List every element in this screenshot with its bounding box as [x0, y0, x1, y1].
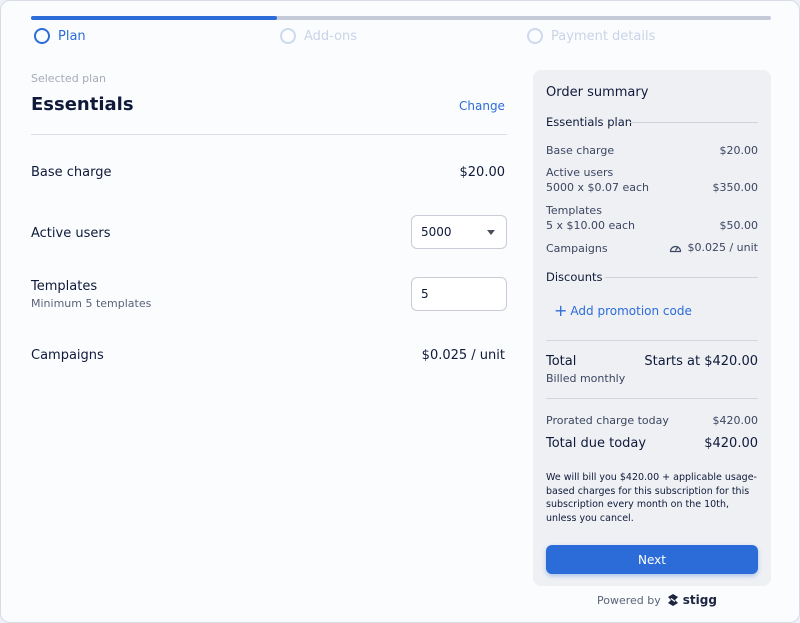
checkout-frame: Plan Add-ons Payment details Selected pl…: [0, 0, 800, 623]
total-value: Starts at $420.00: [644, 354, 758, 369]
summary-campaigns-price: $0.025 / unit: [687, 241, 758, 254]
radio-circle-icon: [527, 28, 543, 44]
prorated-charge-value: $420.00: [712, 414, 759, 427]
step-plan[interactable]: Plan: [34, 26, 86, 46]
step-label: Payment details: [551, 28, 656, 44]
summary-active-users-label: Active users: [546, 166, 614, 179]
summary-base-charge-label: Base charge: [546, 144, 615, 157]
active-users-select[interactable]: 5000: [411, 215, 507, 249]
base-charge-value: $20.00: [459, 165, 506, 180]
brand-name: stigg: [682, 593, 717, 607]
step-label: Plan: [58, 28, 86, 44]
summary-campaigns-value: $0.025 / unit: [669, 241, 758, 254]
plan-section-title: Essentials plan: [546, 115, 633, 129]
summary-divider: [546, 398, 758, 399]
summary-templates-label: Templates: [546, 204, 602, 217]
change-plan-link[interactable]: Change: [459, 99, 505, 113]
stigg-brand[interactable]: stigg: [666, 593, 717, 607]
progress-track: [31, 16, 771, 20]
add-promotion-code-label: Add promotion code: [570, 304, 692, 318]
summary-divider: [546, 340, 758, 341]
active-users-selected-value: 5000: [421, 225, 452, 239]
divider: [31, 134, 507, 135]
summary-campaigns-label: Campaigns: [546, 242, 608, 255]
radio-circle-icon: [280, 28, 296, 44]
active-users-label: Active users: [31, 226, 111, 241]
total-label: Total: [546, 354, 577, 369]
discounts-section-title: Discounts: [546, 270, 603, 284]
total-due-today-value: $420.00: [704, 436, 758, 451]
summary-templates-value: $50.00: [719, 219, 759, 232]
progress-fill: [31, 16, 278, 20]
templates-label: Templates: [31, 279, 98, 294]
next-button[interactable]: Next: [546, 545, 758, 574]
plus-icon: +: [554, 301, 568, 320]
step-label: Add-ons: [304, 28, 358, 44]
step-add-ons[interactable]: Add-ons: [280, 26, 357, 46]
gauge-icon: [670, 245, 682, 253]
add-promotion-code-button[interactable]: + Add promotion code: [554, 301, 692, 320]
summary-active-users-detail: 5000 x $0.07 each: [546, 181, 650, 194]
campaigns-price: $0.025 / unit: [421, 348, 505, 363]
step-payment-details[interactable]: Payment details: [527, 26, 655, 46]
order-summary-title: Order summary: [546, 85, 649, 100]
selected-plan-caption: Selected plan: [31, 72, 106, 85]
section-divider: [630, 122, 758, 123]
powered-by: Powered by stigg: [597, 593, 717, 607]
base-charge-label: Base charge: [31, 165, 112, 180]
radio-circle-icon: [34, 28, 50, 44]
summary-base-charge-value: $20.00: [719, 144, 759, 157]
summary-templates-detail: 5 x $10.00 each: [546, 219, 636, 232]
stigg-logo-icon: [667, 594, 678, 606]
order-summary-card: Order summary Essentials plan Base charg…: [533, 70, 771, 586]
powered-by-label: Powered by: [597, 593, 661, 607]
summary-active-users-value: $350.00: [712, 181, 759, 194]
billing-period: Billed monthly: [546, 372, 626, 385]
campaigns-label: Campaigns: [31, 348, 104, 363]
templates-quantity-input[interactable]: [411, 277, 507, 311]
plan-name: Essentials: [31, 94, 134, 115]
section-divider: [605, 277, 758, 278]
prorated-charge-label: Prorated charge today: [546, 414, 669, 427]
templates-minimum-hint: Minimum 5 templates: [31, 297, 152, 310]
billing-note: We will bill you $420.00 + applicable us…: [546, 472, 757, 524]
caret-down-icon: [487, 229, 495, 235]
total-due-today-label: Total due today: [546, 436, 647, 451]
